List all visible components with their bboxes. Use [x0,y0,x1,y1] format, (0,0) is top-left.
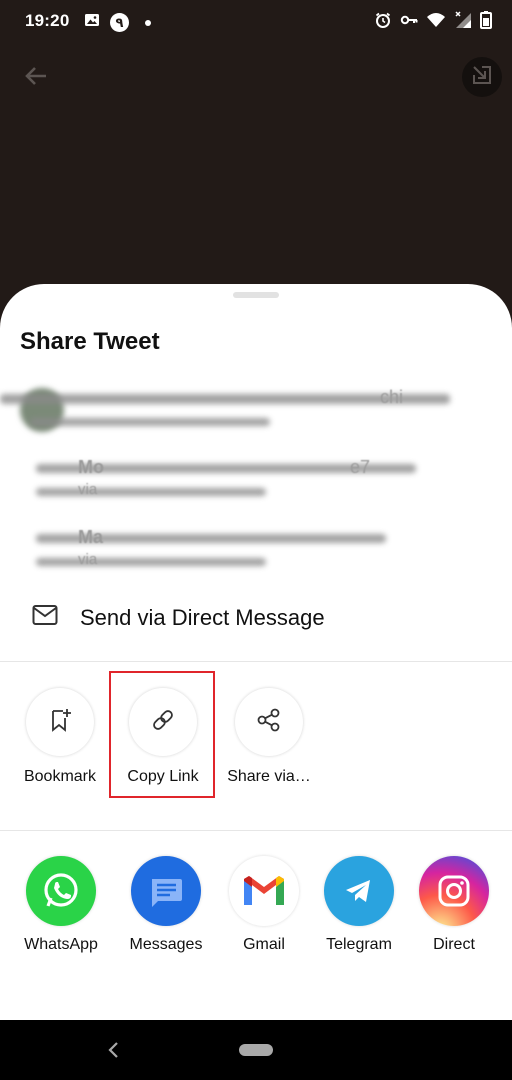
whatsapp-label: WhatsApp [24,936,98,953]
blurred-text: via [78,481,98,498]
contact-row[interactable]: chi [0,384,512,444]
navigation-bar [0,1020,512,1080]
sheet-title: Share Tweet [20,328,160,355]
share-icon [255,706,283,739]
messages-app-button[interactable]: Messages [116,856,216,954]
share-sheet: Share Tweet chi Mo e7 via Ma via Send vi… [0,284,512,1020]
dot-icon [145,19,151,26]
send-via-direct-message-label: Send via Direct Message [80,605,325,630]
tweet-media-background [0,44,512,294]
blurred-text: Mo [78,457,104,477]
blurred-handle [36,558,266,566]
gmail-app-button[interactable]: Gmail [214,856,314,954]
whatsapp-icon [26,856,96,926]
image-icon [84,12,100,33]
status-time: 19:20 [25,11,70,30]
blurred-text: chi [380,387,404,407]
nav-back-icon[interactable] [106,1040,122,1065]
share-via-label: Share via… [227,768,311,785]
battery-icon [480,11,492,34]
telegram-label: Telegram [326,936,392,953]
contact-row[interactable]: Mo e7 via [0,454,512,514]
blurred-text: e7 [350,457,371,477]
notification-badge-text: ٩ [115,14,124,30]
status-bar: 19:20 ٩ [0,0,512,44]
notification-badge-icon: ٩ [110,13,129,32]
telegram-app-button[interactable]: Telegram [309,856,409,954]
share-via-circle [235,688,303,756]
alarm-icon [374,11,392,34]
whatsapp-app-button[interactable]: WhatsApp [11,856,111,954]
sheet-drag-handle[interactable] [233,292,279,298]
bookmark-circle [26,688,94,756]
copy-link-highlight [109,671,215,798]
blurred-handle [36,488,266,496]
gmail-label: Gmail [243,936,285,953]
media-corner-button[interactable] [462,57,502,97]
status-right-icons [374,11,492,34]
blurred-text: via [78,551,98,568]
nav-home-pill[interactable] [239,1044,273,1056]
telegram-icon [324,856,394,926]
divider [0,830,512,831]
back-arrow-icon[interactable] [22,62,50,95]
instagram-direct-app-button[interactable]: Direct [404,856,504,954]
direct-label: Direct [433,936,475,953]
wifi-icon [426,11,446,34]
signal-icon [454,11,472,34]
messages-icon [131,856,201,926]
instagram-icon [419,856,489,926]
vpn-key-icon [400,11,418,34]
messages-label: Messages [129,936,203,953]
bookmark-add-icon [46,706,74,739]
blurred-text: Ma [78,527,104,547]
status-left-icons: ٩ [84,12,151,33]
gmail-icon [229,856,299,926]
contact-row[interactable]: Ma via [0,524,512,584]
media-corner-icon [471,64,493,91]
send-via-direct-message-button[interactable]: Send via Direct Message [0,594,512,644]
bookmark-button[interactable]: Bookmark [10,688,110,786]
envelope-icon [32,604,58,631]
divider [0,661,512,662]
blurred-handle [30,418,270,426]
share-via-button[interactable]: Share via… [219,688,319,786]
bookmark-label: Bookmark [23,768,97,785]
